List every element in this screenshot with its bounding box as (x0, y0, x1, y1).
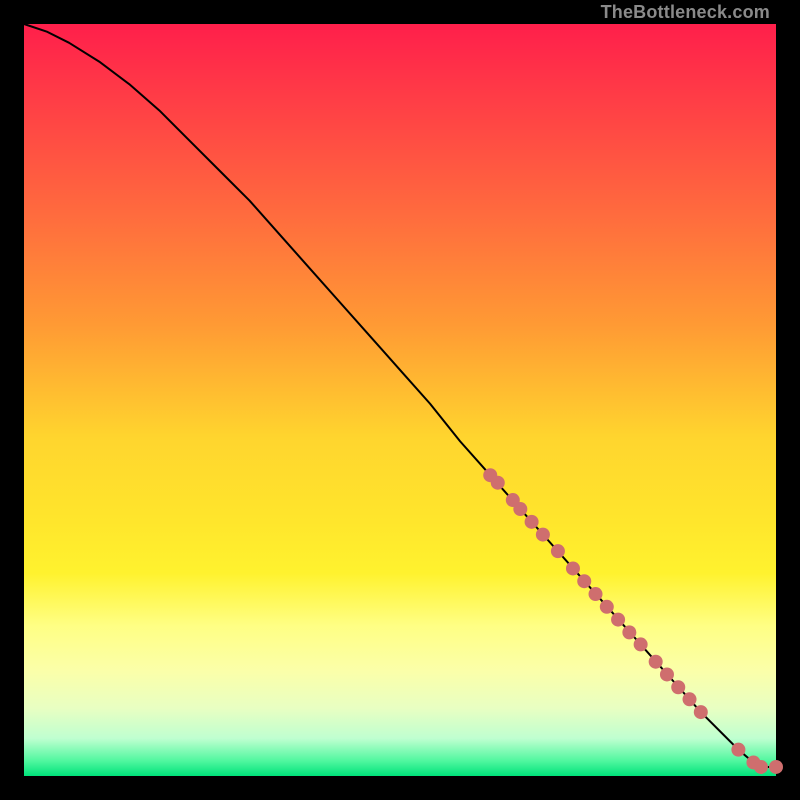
data-marker (754, 760, 768, 774)
data-marker (611, 613, 625, 627)
chart-frame: TheBottleneck.com (24, 24, 776, 776)
data-marker (671, 680, 685, 694)
data-marker (491, 476, 505, 490)
data-marker (566, 561, 580, 575)
data-marker (694, 705, 708, 719)
data-marker (660, 667, 674, 681)
data-marker (600, 600, 614, 614)
marker-group (483, 468, 783, 774)
chart-svg (24, 24, 776, 776)
watermark-text: TheBottleneck.com (601, 2, 770, 23)
data-marker (551, 544, 565, 558)
bottleneck-curve (24, 24, 776, 767)
data-marker (622, 625, 636, 639)
data-marker (649, 655, 663, 669)
data-marker (731, 743, 745, 757)
data-marker (634, 637, 648, 651)
data-marker (589, 587, 603, 601)
data-marker (683, 692, 697, 706)
data-marker (577, 574, 591, 588)
data-marker (513, 502, 527, 516)
data-marker (525, 515, 539, 529)
data-marker (536, 528, 550, 542)
data-marker (769, 760, 783, 774)
